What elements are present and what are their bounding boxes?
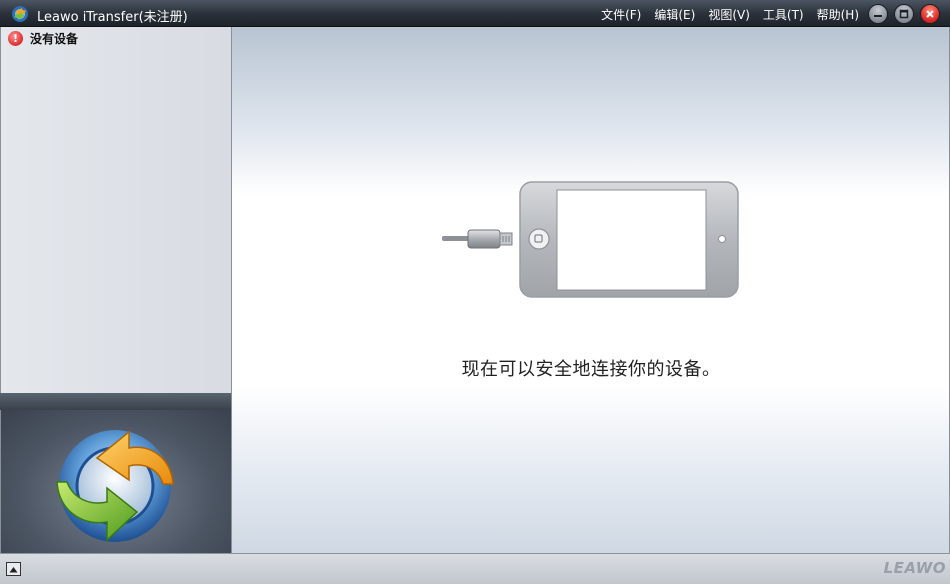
menu-help[interactable]: 帮助(H) xyxy=(812,6,864,23)
status-bar: LEAWO xyxy=(0,553,950,584)
restore-button[interactable] xyxy=(894,4,914,24)
main-content: 现在可以安全地连接你的设备。 xyxy=(232,27,950,553)
no-device-item[interactable]: ! 没有设备 xyxy=(8,30,78,47)
warning-icon: ! xyxy=(8,31,23,46)
menu-tools[interactable]: 工具(T) xyxy=(758,6,809,23)
window-title: Leawo iTransfer(未注册) xyxy=(37,10,188,25)
sidebar-divider xyxy=(0,393,232,410)
window-controls xyxy=(868,4,940,24)
connect-device-illustration xyxy=(442,181,739,298)
close-button[interactable] xyxy=(920,4,940,24)
title-bar: Leawo iTransfer(未注册) 文件(F) 编辑(E) 视图(V) 工… xyxy=(0,0,950,27)
minimize-button[interactable] xyxy=(868,4,888,24)
leawo-brand-logo: LEAWO xyxy=(883,559,946,577)
menu-file[interactable]: 文件(F) xyxy=(596,6,646,23)
menu-view[interactable]: 视图(V) xyxy=(703,6,755,23)
close-icon xyxy=(926,10,934,18)
triangle-up-icon xyxy=(9,566,18,572)
toggle-panel-button[interactable] xyxy=(6,562,21,576)
menu-bar: 文件(F) 编辑(E) 视图(V) 工具(T) 帮助(H) xyxy=(593,6,864,23)
restore-icon xyxy=(899,9,909,19)
itransfer-logo-icon xyxy=(56,430,174,542)
menu-edit[interactable]: 编辑(E) xyxy=(649,6,700,23)
app-logo-icon xyxy=(12,6,28,22)
minimize-icon xyxy=(874,15,882,17)
sidebar-logo-area xyxy=(0,410,232,553)
no-device-label: 没有设备 xyxy=(30,32,79,46)
device-sidebar: ! 没有设备 xyxy=(0,27,232,393)
connect-device-message: 现在可以安全地连接你的设备。 xyxy=(461,359,721,380)
